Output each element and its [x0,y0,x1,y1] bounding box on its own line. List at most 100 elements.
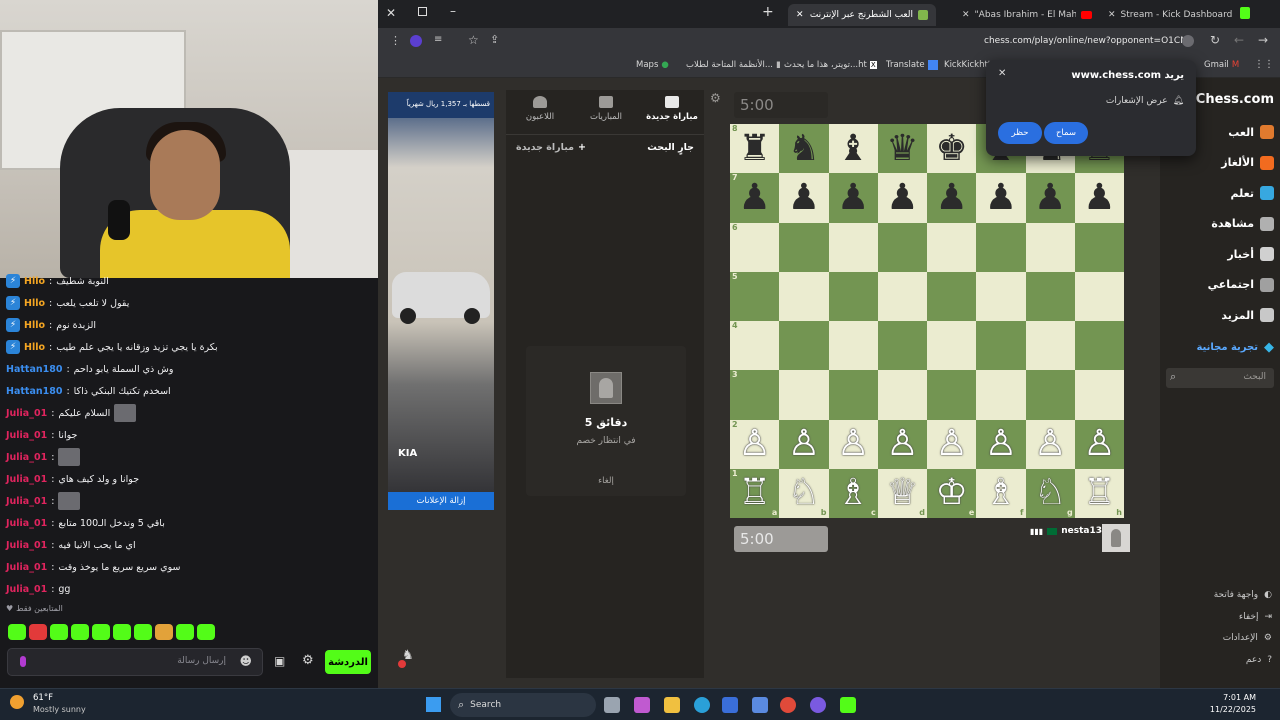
black-piece[interactable]: ♞ [788,130,820,167]
store-icon[interactable] [722,697,738,713]
emote-icon[interactable] [155,624,173,640]
board-square[interactable]: ♟ [927,173,977,223]
bookmark-star-icon[interactable]: ☆ [468,33,479,47]
chat-username[interactable]: Hllo [24,276,45,287]
chrome-icon[interactable] [780,697,796,713]
close-tab-icon[interactable]: ✕ [1108,10,1116,20]
emote-icon[interactable] [8,624,26,640]
board-square[interactable] [1025,321,1075,371]
board-square[interactable]: ♙ [927,419,977,469]
board-square[interactable]: ♟ [1074,173,1124,223]
board-square[interactable] [877,321,927,371]
white-piece[interactable]: ♙ [738,426,770,462]
share-icon[interactable]: ⇪ [490,33,499,46]
board-square[interactable]: ♙ [779,419,829,469]
site-info-icon[interactable] [1182,35,1194,47]
emote-icon[interactable] [29,624,47,640]
white-piece[interactable]: ♗ [837,475,869,511]
emote-icon[interactable] [176,624,194,640]
collapse-nav[interactable]: إخفاء ⇥ [1239,612,1272,622]
emote-icon[interactable] [134,624,152,640]
close-popup-icon[interactable]: ✕ [998,68,1006,79]
clock-time[interactable]: 7:01 AM [1223,693,1256,702]
chat-username[interactable]: Hattan180 [6,364,62,375]
tab-youtube[interactable]: ✕ "Abas Ibrahim - El Mahabb [954,4,1100,26]
chat-username[interactable]: Hllo [24,298,45,309]
board-square[interactable] [1025,271,1075,321]
board-square[interactable]: ♙ [1025,419,1075,469]
kick-app-icon[interactable] [840,697,856,713]
nav-item[interactable]: اجتماعي [1160,274,1280,296]
white-piece[interactable]: ♗ [985,475,1017,511]
board-square[interactable]: ♗ f [976,468,1026,518]
board-square[interactable] [877,222,927,272]
white-piece[interactable]: ♘ [1034,475,1066,511]
close-tab-icon[interactable]: ✕ [962,10,970,20]
board-square[interactable] [976,222,1026,272]
board-square[interactable]: ♙ [828,419,878,469]
board-square[interactable]: ♙ [1074,419,1124,469]
nav-item[interactable]: المزيد [1160,304,1280,326]
board-square[interactable]: ♖ 1 a [730,468,780,518]
black-piece[interactable]: ♟ [886,179,918,216]
board-square[interactable] [927,271,977,321]
nav-item[interactable]: تعلم [1160,182,1280,204]
chat-username[interactable]: Julia_01 [6,496,47,507]
board-square[interactable]: 5 [730,271,780,321]
advertisement[interactable]: قسطها بـ 1,357 ريال شهرياً KIA [388,92,494,510]
board-square[interactable] [976,370,1026,420]
url-bar[interactable]: chess.com/play/online/new?opponent=O1CM [984,36,1188,46]
discord-icon[interactable] [810,697,826,713]
board-square[interactable]: 3 [730,370,780,420]
bookmark-systems[interactable]: الأنظمة المتاحة لطلاب... ▮ [686,60,781,70]
forward-icon[interactable]: ← [1234,33,1244,47]
black-piece[interactable]: ♟ [788,179,820,216]
board-square[interactable] [927,370,977,420]
board-square[interactable]: ♙ [877,419,927,469]
clock-date[interactable]: 11/22/2025 [1210,705,1256,714]
emoji-icon[interactable]: ☻ [239,654,252,668]
white-piece[interactable]: ♙ [788,426,820,462]
white-piece[interactable]: ♕ [886,475,918,511]
tab-new-game[interactable]: مباراة جديدة [642,96,702,122]
maximize-icon[interactable] [418,7,427,16]
board-square[interactable] [1074,271,1124,321]
reload-icon[interactable]: ↻ [1210,33,1220,47]
board-square[interactable]: ♟ [976,173,1026,223]
board-square[interactable]: 6 [730,222,780,272]
tune-icon[interactable]: ≡ [434,34,442,45]
remove-ads-button[interactable]: إزالة الإعلانات [388,492,494,510]
white-piece[interactable]: ♙ [1083,426,1115,462]
board-square[interactable] [1025,222,1075,272]
emote-icon[interactable] [113,624,131,640]
free-trial-link[interactable]: تجربة مجانية ◆ [1160,336,1280,358]
file-explorer-icon[interactable] [664,697,680,713]
board-square[interactable]: ♜ 8 [730,124,780,174]
bookmark-twitter[interactable]: تويتر، هذا ما يحدث...ht X [784,60,877,70]
cancel-button[interactable]: إلغاء [526,476,686,486]
board-square[interactable]: ♟ [877,173,927,223]
black-piece[interactable]: ♟ [837,179,869,216]
board-square[interactable]: ♝ [828,124,878,174]
board-settings-gear-icon[interactable]: ⚙ [710,91,721,105]
white-piece[interactable]: ♙ [886,426,918,462]
tab-kick-dashboard[interactable]: ✕ Stream - Kick Dashboard [1100,4,1250,26]
taskbar-search[interactable]: ⌕ Search [450,693,596,717]
white-piece[interactable]: ♙ [1034,426,1066,462]
copilot-icon[interactable] [634,697,650,713]
close-window-icon[interactable]: ✕ [386,6,396,20]
nav-item[interactable]: أخبار [1160,243,1280,265]
emote-icon[interactable] [197,624,215,640]
chat-username[interactable]: Hllo [24,320,45,331]
new-game-link[interactable]: مباراة جديدة + [516,142,586,153]
tab-players[interactable]: اللاعبون [510,96,570,122]
black-piece[interactable]: ♝ [837,130,869,167]
white-piece[interactable]: ♙ [935,426,967,462]
board-square[interactable] [779,271,829,321]
emote-icon[interactable] [50,624,68,640]
settings-link[interactable]: الإعدادات ⚙ [1223,633,1272,643]
tab-chess[interactable]: ✕ العب الشطرنج عبر الإنترنت مجاناً [788,4,936,26]
chat-username[interactable]: Julia_01 [6,562,47,573]
board-square[interactable] [779,370,829,420]
board-square[interactable]: ♗ c [828,468,878,518]
